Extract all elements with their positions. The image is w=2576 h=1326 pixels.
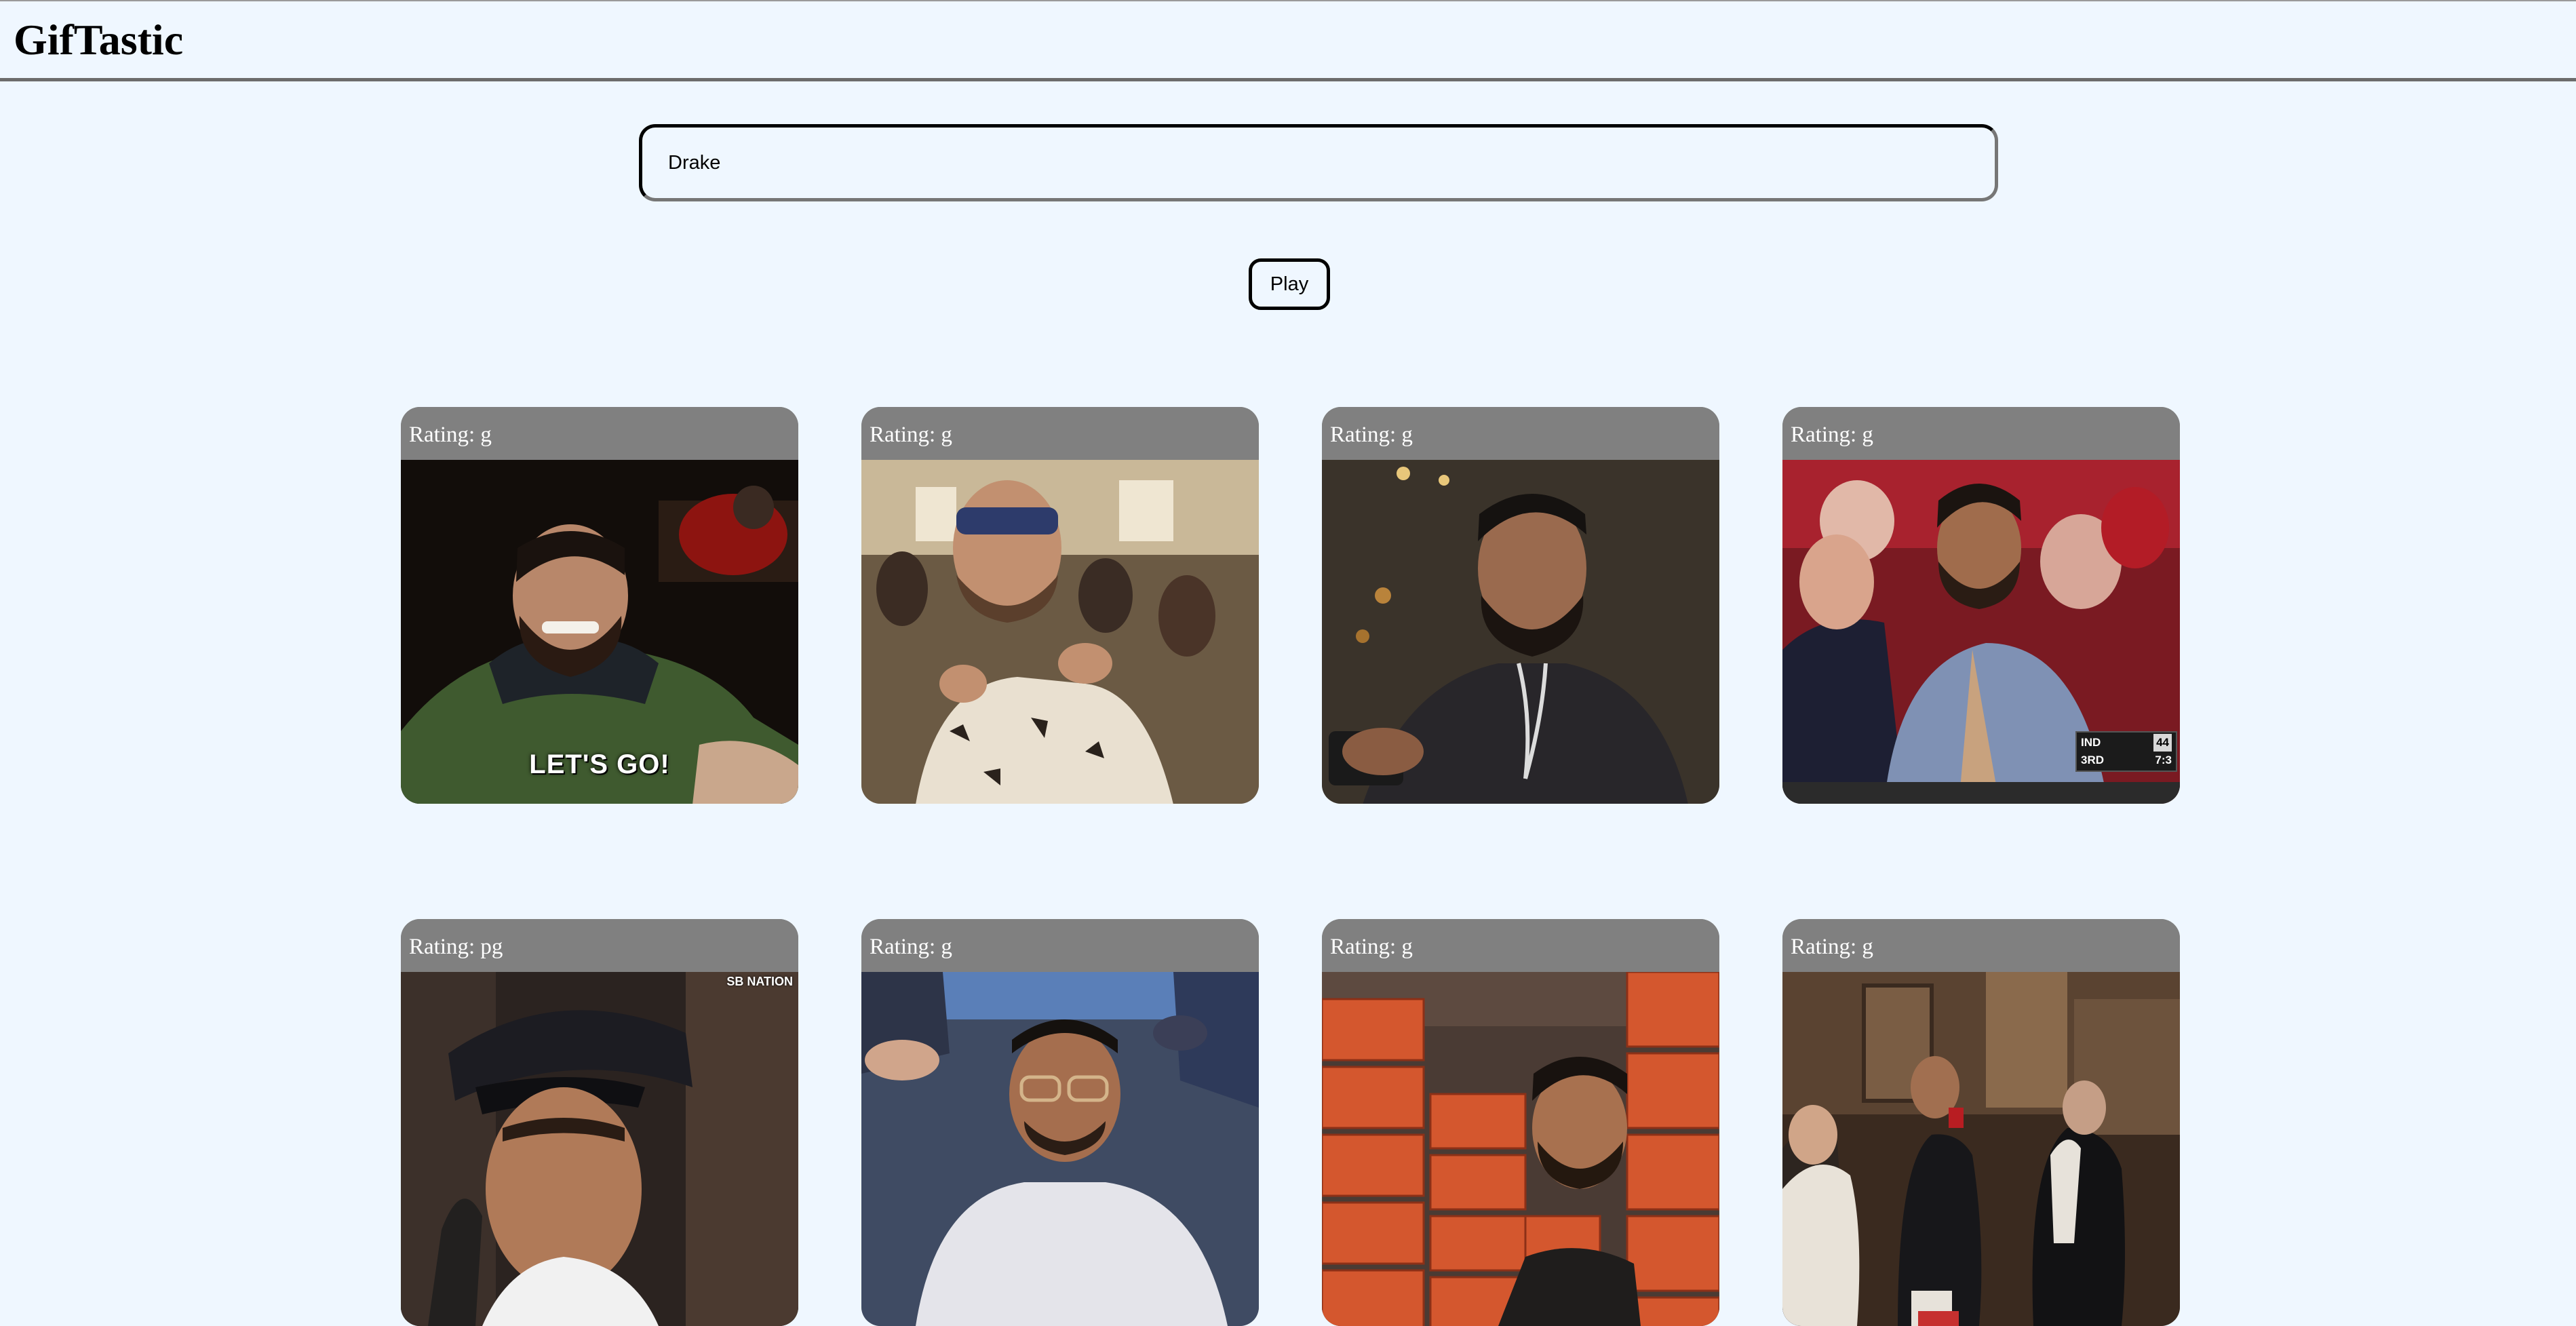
gif-image[interactable]: SB NATION	[401, 972, 798, 1326]
gif-card[interactable]: Rating: g	[861, 407, 1259, 804]
scorebug-score: 44	[2153, 734, 2172, 752]
gif-rating: Rating: g	[401, 407, 798, 460]
gif-rating: Rating: g	[1322, 407, 1719, 460]
play-button[interactable]: Play	[1249, 258, 1330, 310]
gif-card[interactable]: Rating: g	[861, 919, 1259, 1326]
gif-image[interactable]	[861, 460, 1259, 804]
gif-watermark: SB NATION	[726, 975, 793, 988]
gif-card[interactable]: Rating: g	[1322, 407, 1719, 804]
scorebug-clock: 7:3	[2155, 754, 2172, 766]
gif-rating: Rating: g	[1322, 919, 1719, 972]
gif-rating: Rating: g	[861, 407, 1259, 460]
gif-card[interactable]: Rating: g IND 44 3RD 7:3	[1782, 407, 2180, 804]
search-input[interactable]	[639, 124, 1998, 201]
scorebug-team: IND	[2081, 736, 2101, 749]
scorebug-period: 3RD	[2081, 754, 2105, 766]
page-header: GifTastic	[0, 0, 2576, 81]
gif-image[interactable]: LET'S GO!	[401, 460, 798, 804]
gif-rating: Rating: pg	[401, 919, 798, 972]
gif-card[interactable]: Rating: g	[1782, 919, 2180, 1326]
gif-image[interactable]	[861, 972, 1259, 1326]
gif-card[interactable]: Rating: g LET'S GO!	[401, 407, 798, 804]
gif-card[interactable]: Rating: g	[1322, 919, 1719, 1326]
scorebug: IND 44 3RD 7:3	[2075, 731, 2177, 772]
gif-caption: LET'S GO!	[529, 749, 670, 779]
gif-image[interactable]	[1322, 972, 1719, 1326]
app-title: GifTastic	[14, 16, 184, 64]
gif-rating: Rating: g	[861, 919, 1259, 972]
gif-image[interactable]	[1782, 972, 2180, 1326]
gif-image[interactable]: IND 44 3RD 7:3	[1782, 460, 2180, 804]
gif-rating: Rating: g	[1782, 407, 2180, 460]
gif-rating: Rating: g	[1782, 919, 2180, 972]
gif-image[interactable]	[1322, 460, 1719, 804]
gif-card[interactable]: Rating: pg SB NATION	[401, 919, 798, 1326]
